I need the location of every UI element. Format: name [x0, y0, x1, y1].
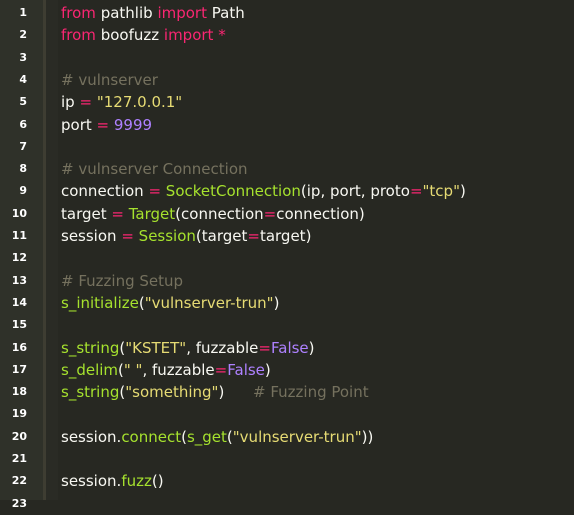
line-number: 22: [11, 474, 27, 488]
line-number: 23: [11, 496, 27, 510]
code-line[interactable]: 16 s_string("KSTET", fuzzable=False): [0, 337, 574, 359]
code-line[interactable]: 10 target = Target(connection=connection): [0, 203, 574, 225]
code-line[interactable]: 19: [0, 403, 574, 425]
line-number: 8: [19, 162, 27, 176]
code-text[interactable]: session.connect(s_get("vulnserver-trun")…: [61, 426, 373, 448]
line-number: 1: [19, 6, 27, 19]
line-number: 9: [19, 184, 27, 198]
line-number: 19: [11, 407, 27, 421]
line-number: 10: [11, 206, 27, 220]
code-line[interactable]: 23: [0, 493, 574, 515]
code-text[interactable]: connection = SocketConnection(ip, port, …: [61, 180, 466, 202]
code-line[interactable]: 5 ip = "127.0.0.1": [0, 91, 574, 113]
code-line[interactable]: 14 s_initialize("vulnserver-trun"): [0, 292, 574, 314]
line-number: 4: [19, 72, 27, 86]
code-text[interactable]: ip = "127.0.0.1": [61, 91, 182, 113]
line-number: 3: [19, 50, 27, 64]
line-number: 7: [19, 139, 27, 153]
line-number: 14: [11, 295, 27, 309]
line-number: 5: [19, 95, 27, 109]
code-editor[interactable]: 1 from pathlib import Path 2 from boofuzz i…: [0, 0, 574, 510]
code-line[interactable]: 13 # Fuzzing Setup: [0, 270, 574, 292]
code-text[interactable]: target = Target(connection=connection): [61, 203, 365, 225]
line-number: 2: [19, 28, 27, 42]
code-text[interactable]: s_string("KSTET", fuzzable=False): [61, 337, 315, 359]
line-number: 11: [11, 229, 27, 242]
code-line[interactable]: 15: [0, 314, 574, 336]
code-line[interactable]: 4 # vulnserver: [0, 69, 574, 91]
code-line[interactable]: 6 port = 9999: [0, 114, 574, 136]
code-line[interactable]: 7: [0, 136, 574, 158]
code-line[interactable]: 17 s_delim(" ", fuzzable=False): [0, 359, 574, 381]
code-text[interactable]: s_string("something") # Fuzzing Point: [61, 381, 369, 403]
line-number: 13: [11, 273, 27, 287]
line-number: 17: [11, 362, 27, 376]
code-line[interactable]: 9 connection = SocketConnection(ip, port,…: [0, 180, 574, 202]
code-text[interactable]: s_delim(" ", fuzzable=False): [61, 359, 271, 381]
line-number: 21: [11, 452, 27, 465]
code-line[interactable]: 11 session = Session(target=target): [0, 225, 574, 247]
line-number: 12: [11, 251, 27, 265]
code-line[interactable]: 20 session.connect(s_get("vulnserver-trun…: [0, 426, 574, 448]
line-number: 15: [11, 318, 27, 332]
code-text[interactable]: # vulnserver: [61, 69, 158, 91]
code-text[interactable]: # vulnserver Connection: [61, 158, 248, 180]
line-number: 6: [19, 117, 27, 131]
code-line[interactable]: 18 s_string("something") # Fuzzing Point: [0, 381, 574, 403]
code-line[interactable]: 3: [0, 47, 574, 69]
code-line[interactable]: 8 # vulnserver Connection: [0, 158, 574, 180]
line-number: 20: [11, 429, 27, 443]
code-line[interactable]: 12: [0, 247, 574, 269]
code-text[interactable]: session.fuzz(): [61, 470, 164, 492]
code-line[interactable]: 22 session.fuzz(): [0, 470, 574, 492]
code-text[interactable]: s_initialize("vulnserver-trun"): [61, 292, 279, 314]
code-text[interactable]: from boofuzz import *: [61, 24, 226, 46]
code-text[interactable]: from pathlib import Path: [61, 2, 245, 24]
code-text[interactable]: port = 9999: [61, 114, 152, 136]
line-number: 18: [11, 385, 27, 399]
code-line[interactable]: 2 from boofuzz import *: [0, 24, 574, 46]
code-text[interactable]: session = Session(target=target): [61, 225, 311, 247]
code-line[interactable]: 21: [0, 448, 574, 470]
code-line[interactable]: 1 from pathlib import Path: [0, 2, 574, 24]
code-text[interactable]: # Fuzzing Setup: [61, 270, 183, 292]
line-number: 16: [11, 340, 27, 354]
